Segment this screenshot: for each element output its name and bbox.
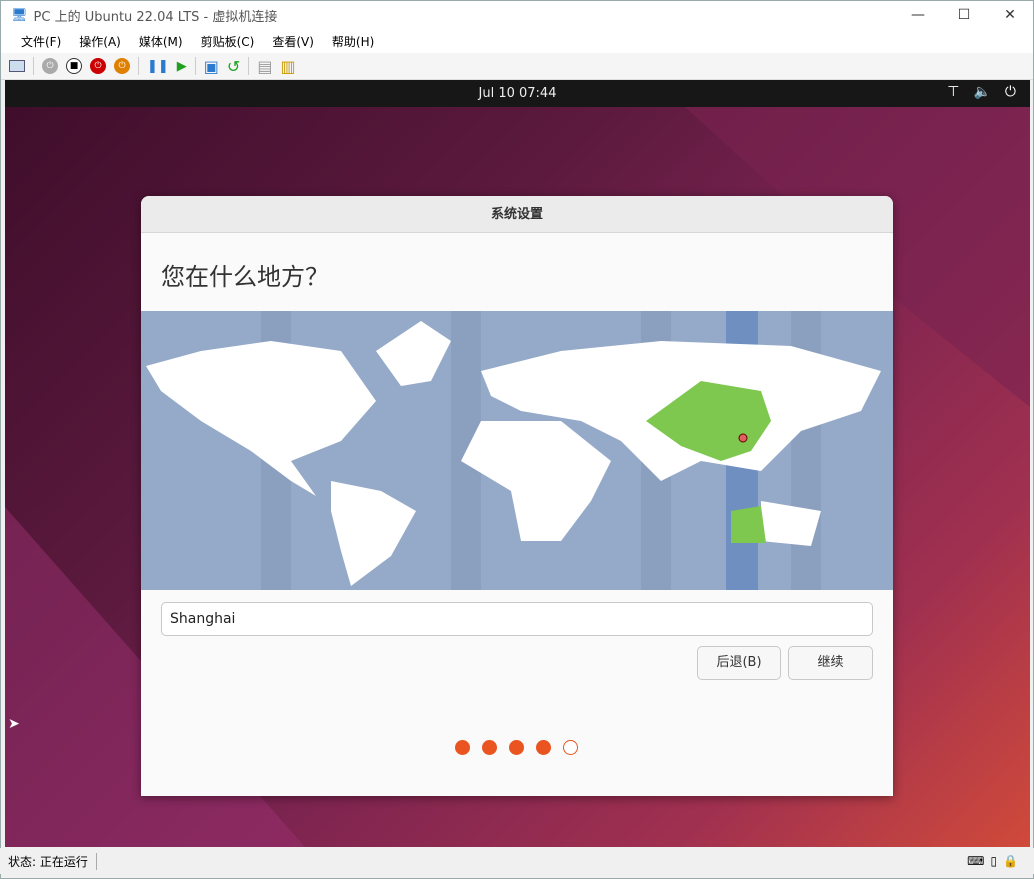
maximize-button[interactable]: ☐ xyxy=(941,7,987,23)
status-bar: 状态: 正在运行 ⌨ ▯ 🔒 xyxy=(0,848,1034,874)
lock-icon: 🔒 xyxy=(1003,854,1018,868)
keyboard-icon: ⌨ xyxy=(967,854,985,868)
location-pin-icon xyxy=(738,433,748,443)
page-heading: 您在什么地方？ xyxy=(161,263,329,291)
status-text: 状态: 正在运行 xyxy=(8,852,97,870)
ctrl-alt-del-icon[interactable] xyxy=(9,60,25,72)
power-icon[interactable]: ⏻ xyxy=(1005,84,1016,100)
progress-dot xyxy=(482,740,497,755)
divider xyxy=(194,57,196,75)
progress-dots xyxy=(455,740,578,755)
progress-dot xyxy=(563,740,578,755)
menu-media[interactable]: 媒体(M) xyxy=(139,33,183,50)
pause-icon[interactable]: ❚❚ xyxy=(147,59,169,74)
revert-icon[interactable]: ↺ xyxy=(227,57,240,76)
mouse-icon: ▯ xyxy=(990,854,998,868)
dialog-title: 系统设置 xyxy=(141,196,893,233)
power-icon[interactable]: ⏻ xyxy=(114,58,130,74)
setup-dialog: 系统设置 您在什么地方？ Shanghai 后退(B) 继续 xyxy=(141,196,893,796)
vm-screen: Jul 10 07:44 ⊤ 🔈 ⏻ 系统设置 您在什么地方？ Shanghai… xyxy=(5,80,1030,847)
menu-view[interactable]: 查看(V) xyxy=(272,33,314,50)
clock[interactable]: Jul 10 07:44 xyxy=(479,86,557,101)
divider xyxy=(138,57,139,75)
progress-dot xyxy=(455,740,470,755)
progress-dot xyxy=(536,740,551,755)
mouse-cursor-icon: ➤ xyxy=(8,716,20,732)
monitor-icon: 🖥 xyxy=(11,7,28,23)
network-icon[interactable]: ⊤ xyxy=(947,84,959,100)
progress-dot xyxy=(509,740,524,755)
shutdown-icon[interactable]: ⏻ xyxy=(90,58,106,74)
minimize-button[interactable]: — xyxy=(895,7,941,23)
menu-help[interactable]: 帮助(H) xyxy=(332,33,374,50)
timezone-map[interactable] xyxy=(141,311,893,590)
share-icon[interactable]: ▥ xyxy=(280,57,295,76)
menu-clipboard[interactable]: 剪贴板(C) xyxy=(201,33,255,50)
back-button[interactable]: 后退(B) xyxy=(697,646,781,680)
window-title: PC 上的 Ubuntu 22.04 LTS - 虚拟机连接 xyxy=(33,9,278,25)
toolbar: ⏻ ■ ⏻ ⏻ ❚❚ ▶ ▣ ↺ ▤ ▥ xyxy=(1,53,1033,80)
resume-icon[interactable]: ▶ xyxy=(177,59,187,74)
stop-icon[interactable]: ■ xyxy=(66,58,82,74)
volume-icon[interactable]: 🔈 xyxy=(973,84,990,100)
menu-action[interactable]: 操作(A) xyxy=(79,33,121,50)
title-bar: 🖥 PC 上的 Ubuntu 22.04 LTS - 虚拟机连接 — ☐ ✕ xyxy=(1,1,1033,29)
gnome-top-bar: Jul 10 07:44 ⊤ 🔈 ⏻ xyxy=(5,80,1030,107)
menu-bar: 文件(F) 操作(A) 媒体(M) 剪贴板(C) 查看(V) 帮助(H) xyxy=(1,29,1033,53)
divider xyxy=(33,57,34,75)
location-input[interactable]: Shanghai xyxy=(161,602,873,636)
start-icon[interactable]: ⏻ xyxy=(42,58,58,74)
menu-file[interactable]: 文件(F) xyxy=(21,33,61,50)
enhanced-session-icon[interactable]: ▤ xyxy=(257,57,272,76)
checkpoint-icon[interactable]: ▣ xyxy=(204,57,219,76)
close-button[interactable]: ✕ xyxy=(987,7,1033,23)
continue-button[interactable]: 继续 xyxy=(788,646,873,680)
divider xyxy=(248,57,250,75)
